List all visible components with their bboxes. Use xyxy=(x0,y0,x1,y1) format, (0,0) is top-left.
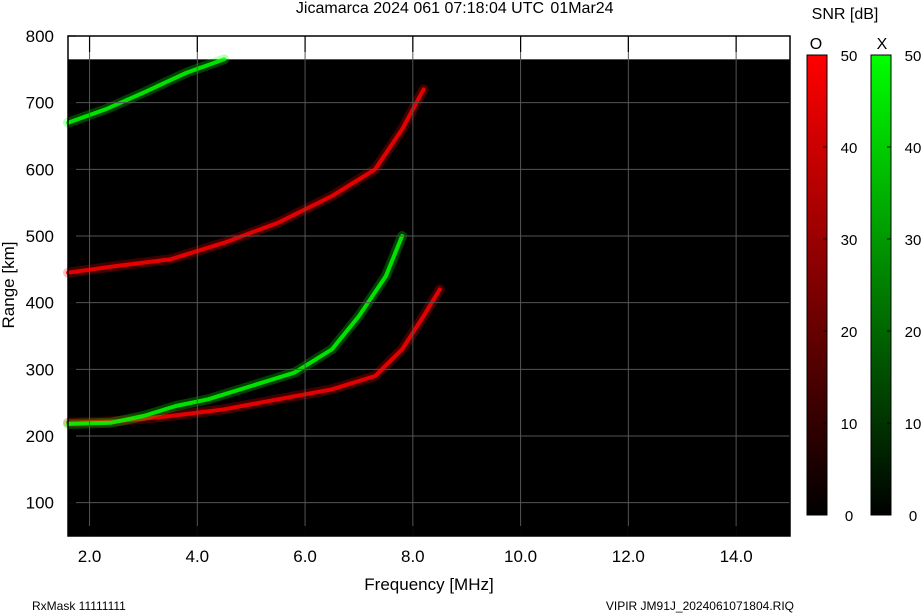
x-tick-label: 4.0 xyxy=(185,547,209,566)
colorbar-tick-label: 20 xyxy=(905,324,922,341)
chart-title: Jicamarca 2024 061 07:18:04 UTC xyxy=(296,0,544,17)
y-tick-label: 400 xyxy=(26,294,54,313)
chart-date: 01Mar24 xyxy=(550,0,613,17)
colorbar-tick-label: 0 xyxy=(909,508,917,525)
x-tick-label: 2.0 xyxy=(78,547,102,566)
y-tick-label: 800 xyxy=(26,27,54,46)
ionogram-chart: 2.0 4.0 6.0 8.0 10.0 12.0 14.01002003004005006… xyxy=(0,0,922,613)
rxmask-label: RxMask 11111111 xyxy=(32,599,126,613)
y-tick-label: 300 xyxy=(26,360,54,379)
x-tick-label: 8.0 xyxy=(401,547,425,566)
x-axis-label: Frequency [MHz] xyxy=(364,575,493,594)
colorbar-tick-label: 30 xyxy=(841,232,858,249)
o-mode-colorbar xyxy=(806,54,828,516)
y-tick-label: 700 xyxy=(26,94,54,113)
colorbar-tick-label: 20 xyxy=(841,324,858,341)
x-mode-label: X xyxy=(877,36,888,53)
colorbar-tick-label: 10 xyxy=(905,416,922,433)
o-mode-label: O xyxy=(810,36,822,53)
colorbar-tick-label: 50 xyxy=(905,48,922,65)
colorbar-tick-label: 40 xyxy=(841,140,858,157)
x-tick-label: 10.0 xyxy=(504,547,537,566)
y-tick-label: 100 xyxy=(26,494,54,513)
x-mode-colorbar xyxy=(870,54,892,516)
colorbar-title: SNR [dB] xyxy=(812,6,879,23)
y-tick-label: 500 xyxy=(26,227,54,246)
y-axis-label: Range [km] xyxy=(0,242,18,329)
x-tick-label: 14.0 xyxy=(720,547,753,566)
y-tick-label: 600 xyxy=(26,160,54,179)
filename-label: VIPIR JM91J_2024061071804.RIQ xyxy=(606,599,794,613)
colorbar-tick-label: 30 xyxy=(905,232,922,249)
plot-area xyxy=(68,36,790,536)
x-tick-label: 12.0 xyxy=(612,547,645,566)
colorbar-tick-label: 10 xyxy=(841,416,858,433)
x-tick-label: 6.0 xyxy=(293,547,317,566)
y-tick-label: 200 xyxy=(26,427,54,446)
colorbar-tick-label: 40 xyxy=(905,140,922,157)
colorbar-tick-label: 0 xyxy=(845,508,853,525)
colorbar-tick-label: 50 xyxy=(841,48,858,65)
